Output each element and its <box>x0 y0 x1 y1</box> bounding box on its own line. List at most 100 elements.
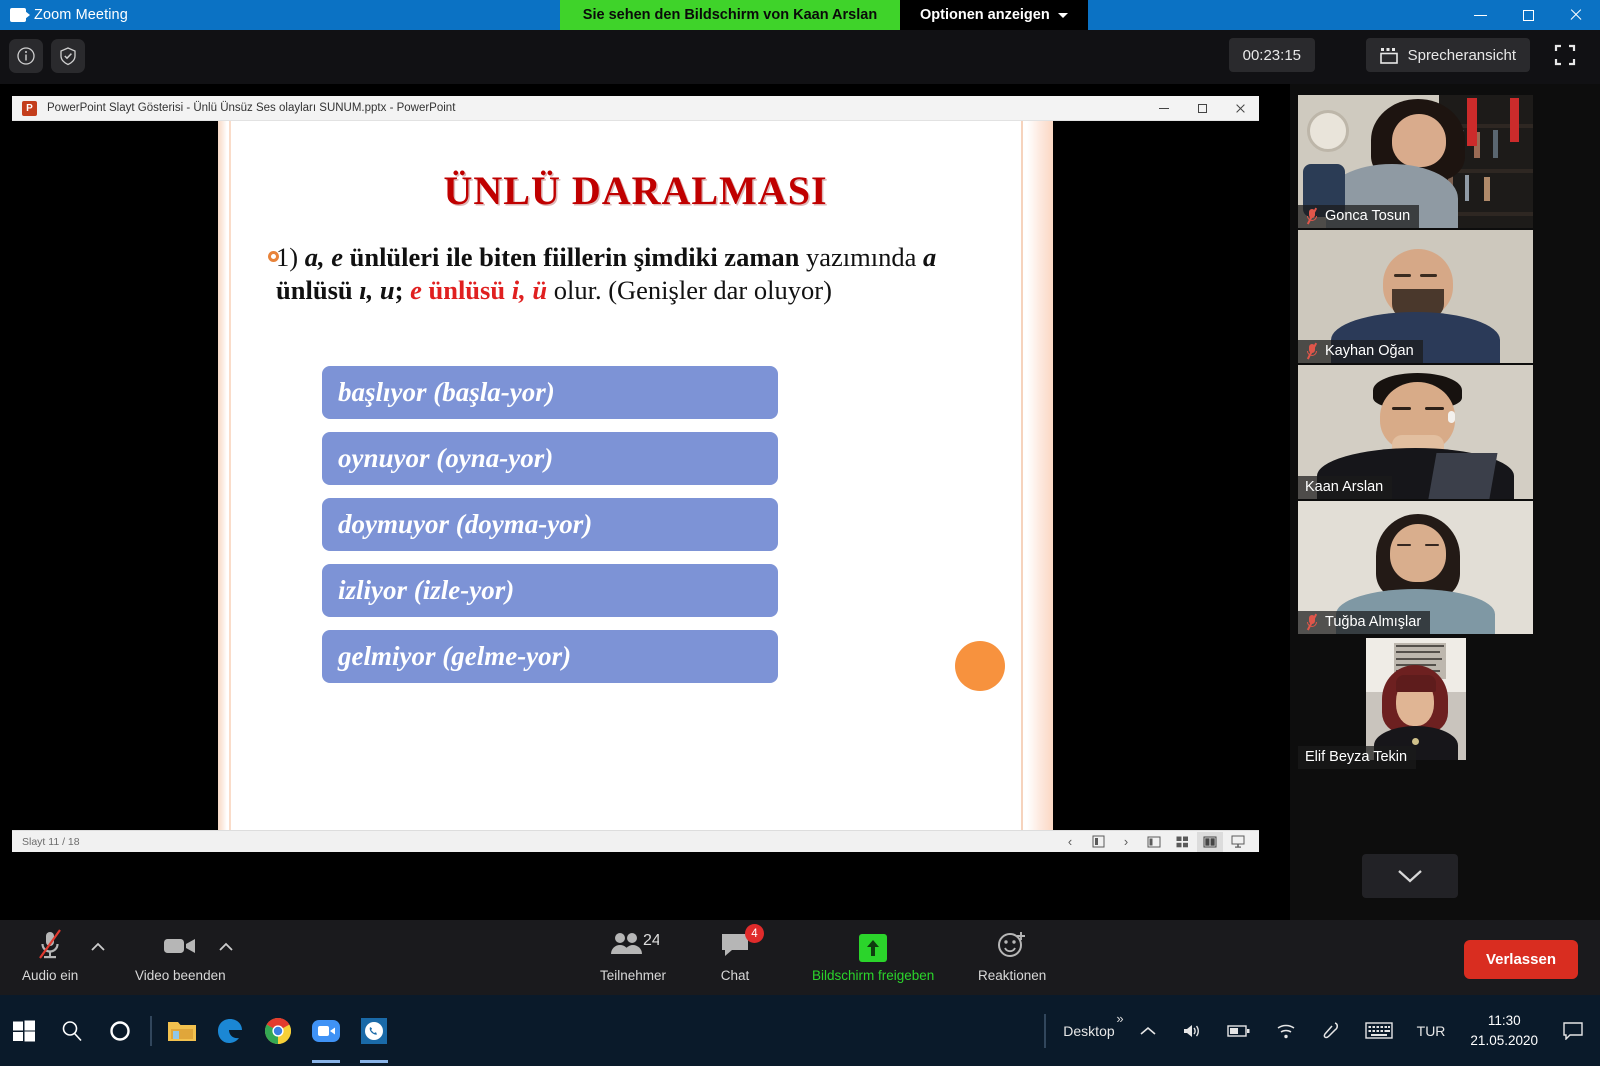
notification-center-button[interactable] <box>1552 995 1594 1066</box>
filmstrip-scroll-down-button[interactable] <box>1362 854 1458 898</box>
file-explorer-icon[interactable] <box>158 995 206 1066</box>
example-box: izliyor (izle-yor) <box>322 564 778 617</box>
bullet-part: a <box>923 242 937 272</box>
chevron-up-icon <box>219 942 233 951</box>
close-icon <box>1569 8 1583 22</box>
volume-button[interactable] <box>1170 995 1214 1066</box>
zoom-meeting-window: Zoom Meeting Sie sehen den Bildschirm vo… <box>0 0 1600 1066</box>
slide-sorter-icon[interactable] <box>1169 832 1195 852</box>
cortana-icon[interactable] <box>96 995 144 1066</box>
slide-title: ÜNLÜ DARALMASI <box>443 168 828 213</box>
example-box: oynuyor (oyna-yor) <box>322 432 778 485</box>
powerpoint-restore-button[interactable] <box>1183 96 1221 121</box>
screen-share-banner: Sie sehen den Bildschirm von Kaan Arslan <box>560 0 900 30</box>
overflow-chevron-icon: » <box>1116 1011 1124 1026</box>
bullet-part: ünlüsü <box>276 275 360 306</box>
meeting-info-button[interactable] <box>9 39 43 73</box>
participant-tile-kayhan-ogan[interactable]: Kayhan Oğan <box>1298 230 1533 363</box>
taskbar-divider <box>150 1015 152 1046</box>
battery-button[interactable] <box>1216 995 1262 1066</box>
audio-button[interactable]: Audio ein <box>22 928 78 988</box>
participant-name: Kayhan Oğan <box>1325 343 1414 359</box>
desktop-button[interactable]: Desktop » <box>1052 995 1125 1066</box>
reactions-button[interactable]: Reaktionen <box>978 928 1046 988</box>
share-options-button[interactable]: Optionen anzeigen <box>900 0 1088 30</box>
zoom-window-controls <box>1456 0 1600 30</box>
touch-keyboard-button[interactable] <box>1354 995 1404 1066</box>
windows-start-icon[interactable] <box>0 995 48 1066</box>
participant-tile-kaan-arslan[interactable]: Kaan Arslan <box>1298 365 1533 499</box>
mic-muted-icon <box>1305 613 1319 631</box>
svg-text:24: 24 <box>643 932 659 949</box>
whatsapp-icon[interactable] <box>350 995 398 1066</box>
view-mode-label: Sprecheransicht <box>1407 46 1516 64</box>
wifi-button[interactable] <box>1264 995 1308 1066</box>
orange-annotation-dot <box>955 641 1005 691</box>
chrome-icon[interactable] <box>254 995 302 1066</box>
video-options-button[interactable] <box>218 942 234 1002</box>
leave-meeting-button[interactable]: Verlassen <box>1463 940 1578 979</box>
slide-menu-icon[interactable] <box>1085 832 1111 852</box>
participant-tile-gonca-tosun[interactable]: Gonca Tosun <box>1298 95 1533 228</box>
slideshow-icon[interactable] <box>1225 832 1251 852</box>
zoom-top-toolbar <box>0 30 1600 84</box>
pen-button[interactable] <box>1310 995 1352 1066</box>
slide-left-border-decoration <box>218 121 227 830</box>
edge-icon[interactable] <box>206 995 254 1066</box>
restore-button[interactable] <box>1504 0 1552 30</box>
powerpoint-app-icon: P <box>22 100 37 116</box>
chat-button[interactable]: 4 Chat <box>718 924 764 988</box>
grid-view-icon <box>1379 47 1398 64</box>
powerpoint-close-button[interactable] <box>1221 96 1259 121</box>
reading-view-icon[interactable] <box>1197 831 1223 852</box>
search-icon[interactable] <box>48 995 96 1066</box>
bullet-part: ; <box>394 275 411 306</box>
meeting-security-button[interactable] <box>51 39 85 73</box>
language-button[interactable]: TUR <box>1406 995 1457 1066</box>
slide-canvas: ÜNLÜ DARALMASI 1) a, e ünlüleri ile bite… <box>218 121 1053 830</box>
smiley-plus-icon <box>995 928 1029 962</box>
language-label: TUR <box>1416 1022 1446 1039</box>
mic-muted-icon <box>1305 207 1319 225</box>
powerpoint-minimize-button[interactable] <box>1145 96 1183 121</box>
bullet-part: ünlüleri ile biten fiillerin şimdiki zam… <box>342 242 800 272</box>
clock-time: 11:30 <box>1487 1012 1521 1028</box>
minimize-icon <box>1473 14 1487 16</box>
audio-options-button[interactable] <box>90 942 106 1002</box>
minimize-button[interactable] <box>1456 0 1504 30</box>
slide-number-label: Slayt 11 / 18 <box>22 835 80 848</box>
prev-slide-icon[interactable]: ‹ <box>1057 832 1083 852</box>
info-icon <box>17 47 35 65</box>
participant-video <box>1366 638 1466 760</box>
video-button[interactable]: Video beenden <box>135 928 226 988</box>
participant-tile-elif-beyza-tekin[interactable]: Elif Beyza Tekin <box>1298 636 1533 769</box>
powerpoint-slide-area: ÜNLÜ DARALMASI 1) a, e ünlüleri ile bite… <box>12 121 1259 830</box>
participants-button[interactable]: 24 Teilnehmer <box>600 928 666 988</box>
microphone-muted-icon <box>35 928 65 962</box>
fullscreen-button[interactable] <box>1548 38 1582 72</box>
wifi-icon <box>1277 1024 1295 1038</box>
example-box: gelmiyor (gelme-yor) <box>322 630 778 683</box>
share-screen-button[interactable]: Bildschirm freigeben <box>812 928 934 988</box>
normal-view-icon[interactable] <box>1141 832 1167 852</box>
bullet-part: a, e <box>304 242 343 272</box>
zoom-icon[interactable] <box>302 995 350 1066</box>
zoom-window-title: Zoom Meeting <box>34 7 128 23</box>
powerpoint-titlebar: P PowerPoint Slayt Gösterisi - Ünlü Ünsü… <box>12 96 1259 121</box>
clock[interactable]: 11:30 21.05.2020 <box>1458 995 1550 1066</box>
meeting-timer: 00:23:15 <box>1228 38 1315 72</box>
next-slide-icon[interactable]: › <box>1113 832 1139 852</box>
example-box: başlıyor (başla-yor) <box>322 366 778 419</box>
share-options-label: Optionen anzeigen <box>920 7 1050 23</box>
view-mode-button[interactable]: Sprecheransicht <box>1365 38 1530 72</box>
bullet-part: yazımında <box>799 242 924 272</box>
video-button-label: Video beenden <box>135 968 226 983</box>
close-button[interactable] <box>1552 0 1600 30</box>
bullet-part: olur. (Genişler dar oluyor) <box>547 275 832 306</box>
chevron-up-icon <box>1140 1026 1156 1035</box>
slide-left-border-line <box>229 121 231 830</box>
participant-name: Gonca Tosun <box>1325 208 1411 224</box>
show-hidden-icons-button[interactable] <box>1128 995 1168 1066</box>
volume-icon <box>1183 1024 1199 1037</box>
participant-tile-tugba-almislar[interactable]: Tuğba Almışlar <box>1298 501 1533 634</box>
